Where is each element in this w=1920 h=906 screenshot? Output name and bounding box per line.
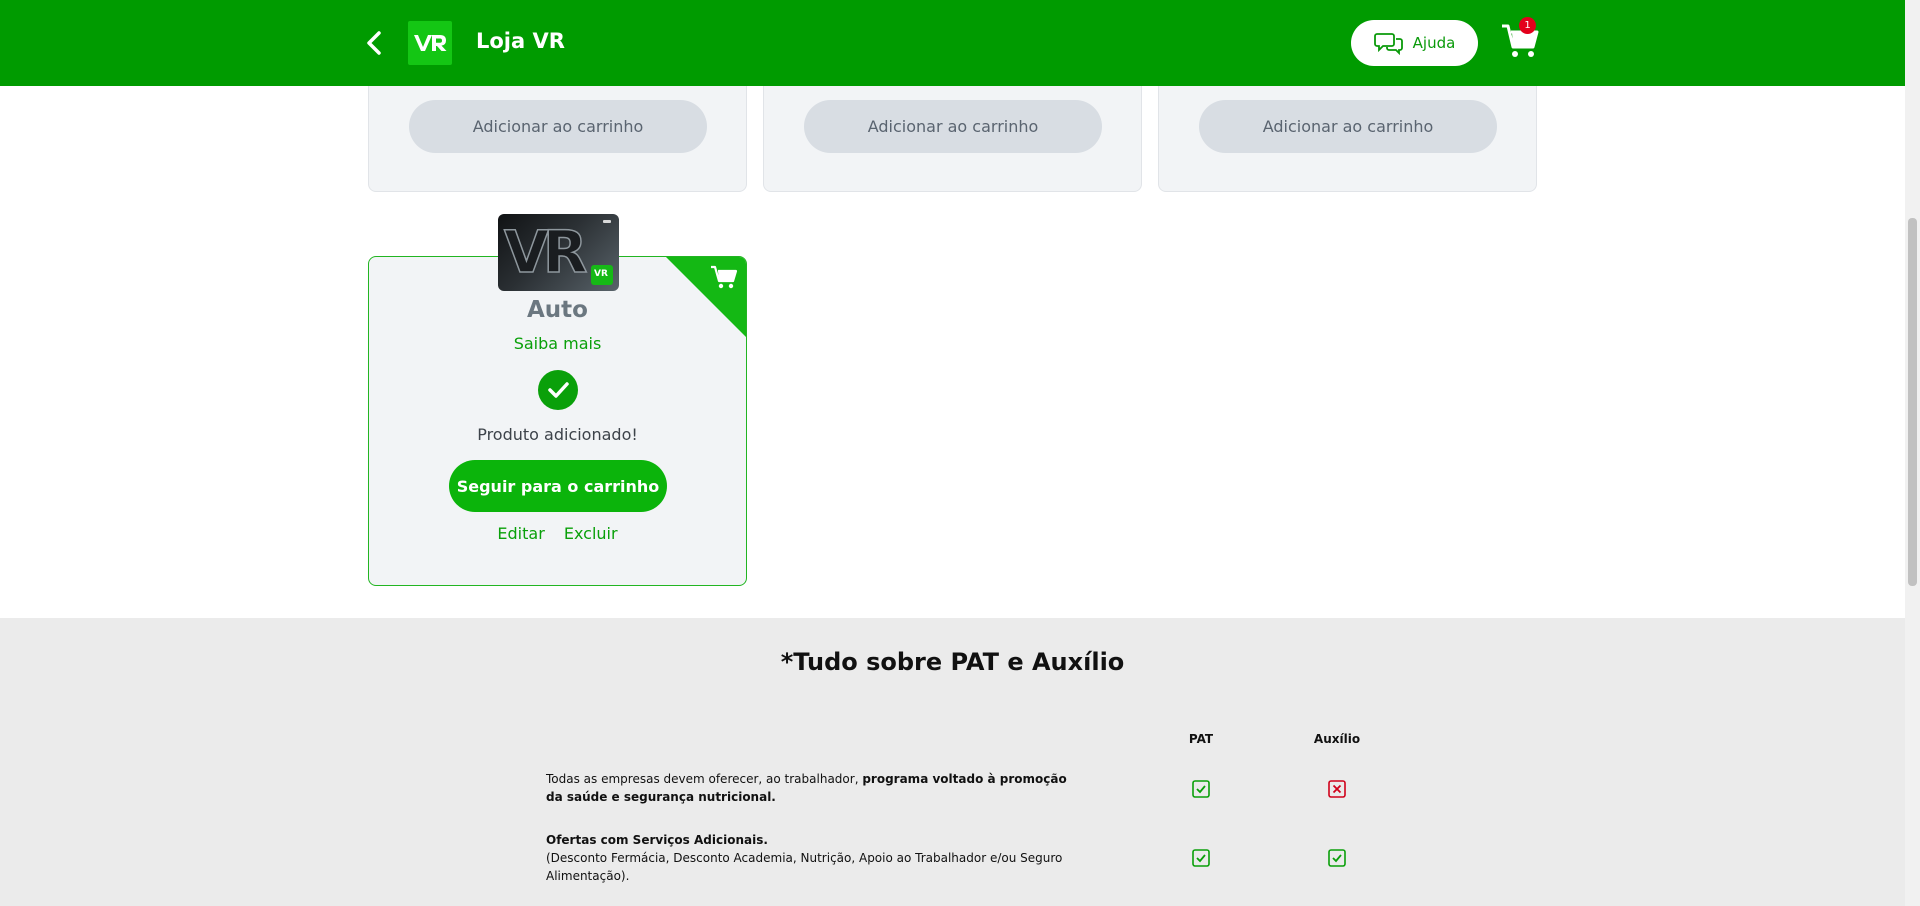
- section-title: *Tudo sobre PAT e Auxílio: [780, 648, 1125, 676]
- check-icon: [538, 370, 578, 410]
- comparison-row-text: Todas as empresas devem oferecer, ao tra…: [546, 770, 1076, 806]
- cart-icon: [710, 265, 738, 291]
- check-box-icon: [1328, 849, 1346, 867]
- back-arrow-icon[interactable]: [362, 29, 388, 57]
- column-header-pat: PAT: [1188, 732, 1214, 746]
- comparison-row-text: Ofertas com Serviços Adicionais. (Descon…: [546, 831, 1076, 885]
- scrollbar-thumb[interactable]: [1908, 218, 1917, 586]
- edit-link[interactable]: Editar: [497, 524, 544, 543]
- card-chip: [603, 220, 611, 223]
- pat-info-section: *Tudo sobre PAT e Auxílio PAT Auxílio To…: [0, 618, 1905, 906]
- page-title: Loja VR: [476, 29, 565, 53]
- cart-count-badge: 1: [1519, 17, 1536, 34]
- product-title: Auto: [527, 297, 588, 323]
- top-header: Loja VR Ajuda 1: [0, 0, 1905, 86]
- product-added-message: Produto adicionado!: [477, 425, 638, 444]
- add-to-cart-button[interactable]: Adicionar ao carrinho: [1199, 100, 1497, 153]
- column-header-auxilio: Auxílio: [1313, 732, 1361, 746]
- product-card-auto: Auto Saiba mais Produto adicionado! Segu…: [368, 256, 747, 586]
- auto-card-image: VR VR: [498, 214, 619, 291]
- card-actions: Editar Excluir: [369, 524, 746, 543]
- go-to-cart-button[interactable]: Seguir para o carrinho: [449, 460, 667, 512]
- row-text-normal: Todas as empresas devem oferecer, ao tra…: [546, 772, 863, 786]
- chat-bubbles-icon: [1373, 33, 1403, 55]
- check-box-icon: [1192, 780, 1210, 798]
- vertical-scrollbar[interactable]: [1905, 0, 1920, 906]
- vr-logo: [408, 21, 452, 65]
- learn-more-link[interactable]: Saiba mais: [369, 334, 746, 353]
- row-text-normal: (Desconto Fermácia, Desconto Academia, N…: [546, 851, 1063, 883]
- cross-box-icon: [1328, 780, 1346, 798]
- delete-link[interactable]: Excluir: [564, 524, 618, 543]
- help-button[interactable]: Ajuda: [1351, 20, 1478, 66]
- help-label: Ajuda: [1412, 34, 1456, 52]
- card-logo-text: VR: [503, 217, 588, 287]
- row-text-bold: Ofertas com Serviços Adicionais.: [546, 833, 768, 847]
- vr-mini-logo-text: VR: [594, 269, 608, 279]
- add-to-cart-button[interactable]: Adicionar ao carrinho: [409, 100, 707, 153]
- add-to-cart-button[interactable]: Adicionar ao carrinho: [804, 100, 1102, 153]
- check-box-icon: [1192, 849, 1210, 867]
- vr-mini-logo: VR: [591, 265, 613, 285]
